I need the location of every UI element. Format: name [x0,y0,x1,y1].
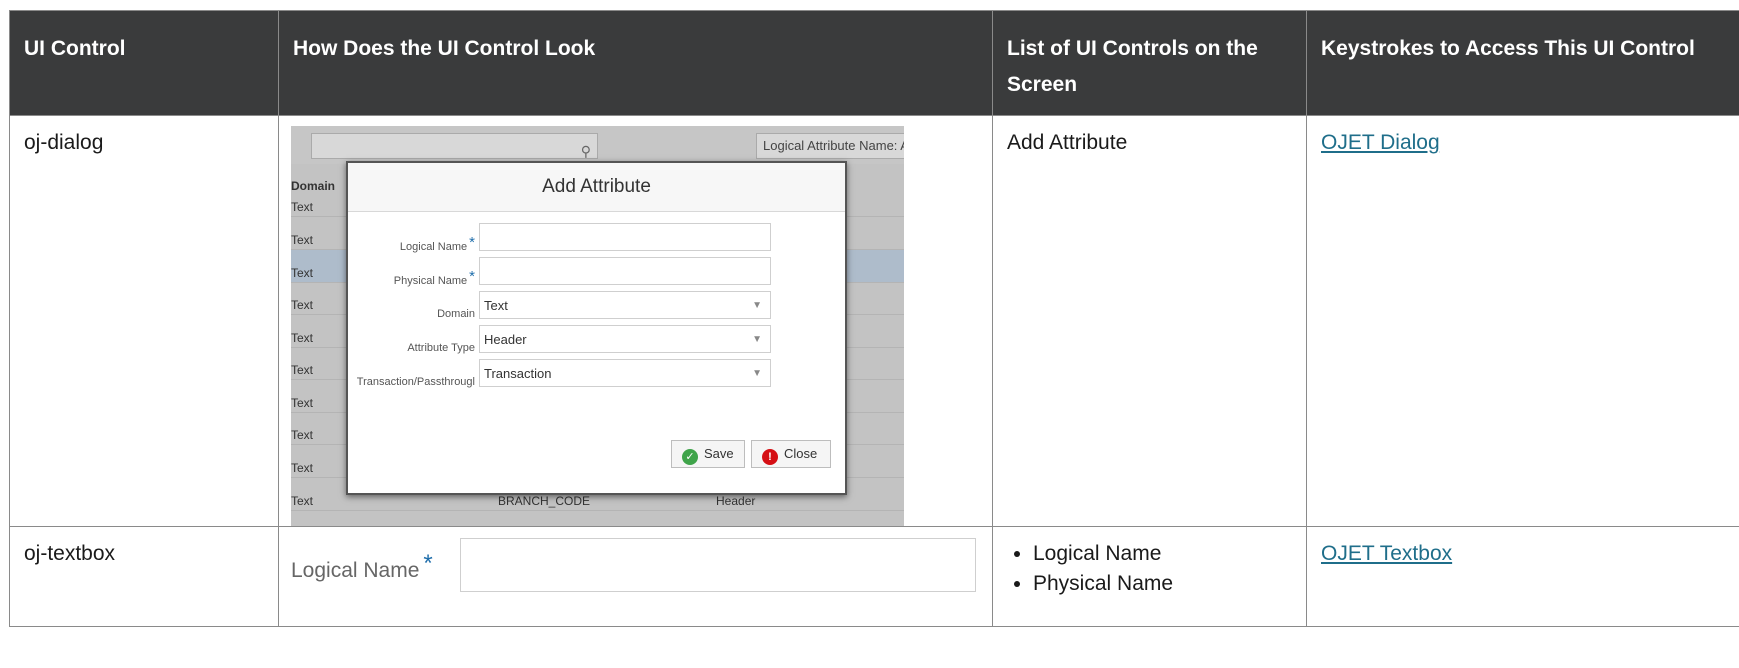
header-keystrokes: Keystrokes to Access This UI Control [1306,10,1739,116]
logical-name-input [460,538,976,592]
logical-name-label: Logical Name * [291,550,433,582]
logical-name-row: Logical Name * [348,223,845,253]
physical-name-row: Physical Name * [348,257,845,287]
transaction-row: Transaction/Passthrougl Transaction ▼ [348,359,845,389]
dialog-screenshot: ⚲ Logical Attribute Name: A Domain Text … [291,126,904,526]
search-box: ⚲ [311,133,598,159]
dialog-title: Add Attribute [348,163,845,212]
transaction-select: Transaction ▼ [479,359,771,387]
logical-attribute-filter: Logical Attribute Name: A [756,133,904,159]
header-row: UI Control How Does the UI Control Look … [9,10,1739,116]
logical-name-input [479,223,771,251]
close-button: ! Close [751,440,831,468]
header-ui-control: UI Control [9,10,279,116]
attribute-type-row: Attribute Type Header ▼ [348,325,845,355]
table-row: oj-dialog ⚲ Logical Attribute Name: A Do… [9,115,1739,527]
header-look: How Does the UI Control Look [278,10,993,116]
textbox-screenshot: Logical Name * [291,537,981,597]
chevron-down-icon: ▼ [752,300,762,311]
attribute-type-select: Header ▼ [479,325,771,353]
required-icon: * [469,268,475,285]
ojet-textbox-link[interactable]: OJET Textbox [1321,542,1452,565]
transaction-label: Transaction/Passthrougl [356,376,475,388]
control-look: ⚲ Logical Attribute Name: A Domain Text … [278,115,993,527]
controls-list: Add Attribute [992,115,1307,527]
alert-icon: ! [762,449,778,465]
list-item: Logical Name [1033,539,1292,569]
domain-select: Text ▼ [479,291,771,319]
physical-name-input [479,257,771,285]
keystrokes-cell: OJET Textbox [1306,526,1739,627]
control-name: oj-dialog [9,115,279,527]
chevron-down-icon: ▼ [752,334,762,345]
domain-row: Domain Text ▼ [348,291,845,321]
ojet-dialog-link[interactable]: OJET Dialog [1321,131,1440,154]
chevron-down-icon: ▼ [752,368,762,379]
control-look: Logical Name * [278,526,993,627]
add-attribute-dialog: Add Attribute Logical Name * Physical Nam… [346,161,847,495]
save-button: ✓ Save [671,440,745,468]
check-icon: ✓ [682,449,698,465]
header-controls-list: List of UI Controls on the Screen [992,10,1307,116]
keystrokes-cell: OJET Dialog [1306,115,1739,527]
ui-controls-table: UI Control How Does the UI Control Look … [9,10,1739,627]
required-icon: * [469,234,475,251]
required-icon: * [423,550,433,577]
list-item: Physical Name [1033,569,1292,599]
table-row: oj-textbox Logical Name* Logical Name Ph… [9,526,1739,627]
control-name: oj-textbox [9,526,279,627]
controls-list: Logical Name Physical Name [992,526,1307,627]
